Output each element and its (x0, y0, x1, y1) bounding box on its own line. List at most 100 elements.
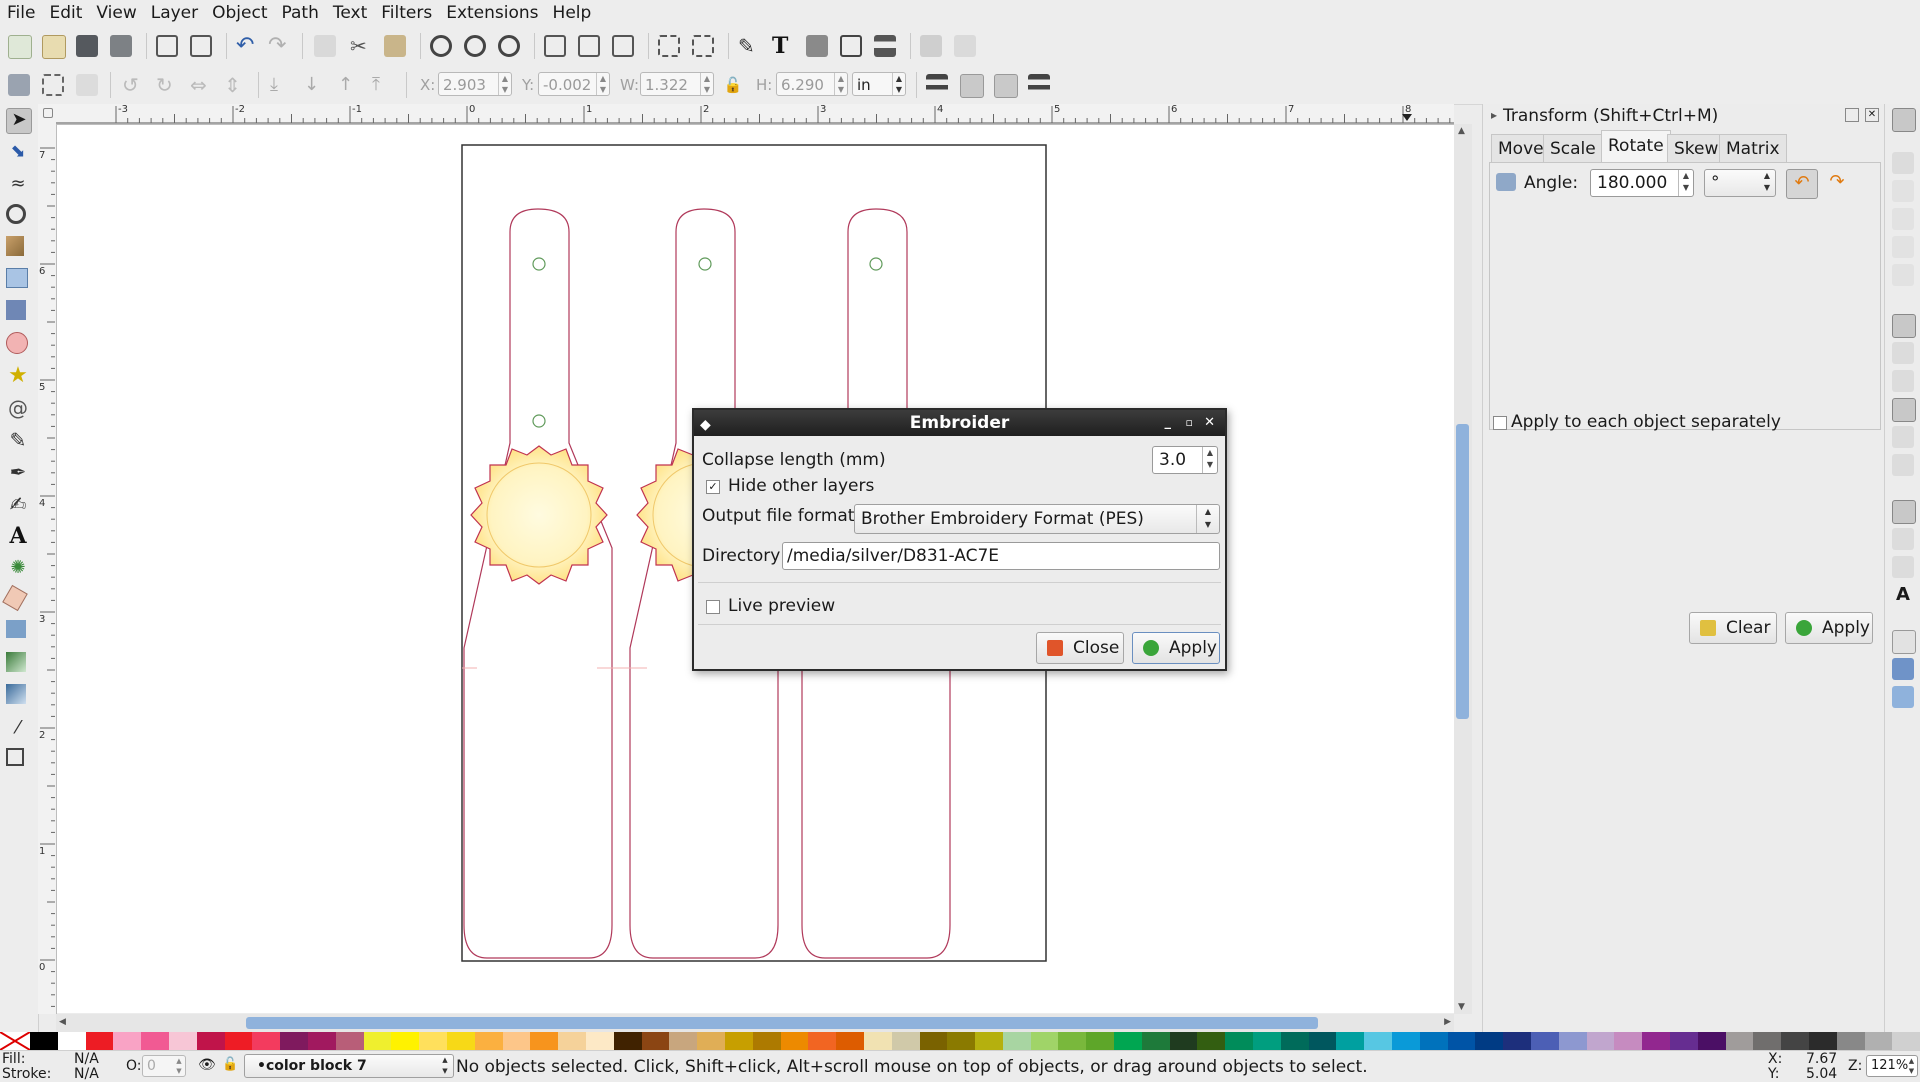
raise-top-icon[interactable]: ⤒ (372, 74, 394, 96)
collapse-length-spinner[interactable]: ▲ ▼ (1202, 447, 1217, 473)
flip-vertical-icon[interactable]: ⇕ (224, 74, 246, 96)
snap-bbox-midpoint-icon[interactable] (1892, 236, 1914, 258)
zoom-drawing-icon[interactable] (464, 35, 486, 57)
group-objects-icon[interactable] (658, 35, 680, 57)
zoom-selection-icon[interactable] (430, 35, 452, 57)
flip-horizontal-icon[interactable]: ⇔ (190, 74, 212, 96)
paint-bucket-tool-icon[interactable] (6, 620, 26, 638)
color-swatch[interactable] (502, 1032, 531, 1050)
rotate-ccw-icon[interactable]: ↺ (122, 74, 144, 96)
menu-path[interactable]: Path (275, 3, 326, 23)
fill-stroke-icon[interactable]: ✎ (738, 35, 760, 57)
zoom-field[interactable]: 121% ▲ ▼ (1866, 1055, 1918, 1077)
minimize-icon[interactable]: _ (1165, 410, 1172, 436)
snap-object-center-icon[interactable] (1892, 528, 1914, 550)
lower-icon[interactable]: ↓ (304, 74, 326, 96)
rectangle-tool-icon[interactable] (6, 268, 28, 288)
panel-grip-icon[interactable]: ▸ (1491, 108, 1497, 122)
color-swatch[interactable] (363, 1032, 392, 1050)
measure-tool-icon[interactable] (6, 236, 24, 256)
color-swatch[interactable] (752, 1032, 781, 1050)
color-swatch[interactable] (808, 1032, 837, 1050)
menu-help[interactable]: Help (546, 3, 599, 23)
color-swatch[interactable] (196, 1032, 225, 1050)
unlink-clone-icon[interactable] (612, 35, 634, 57)
color-swatch[interactable] (1864, 1032, 1893, 1050)
color-swatch[interactable] (1308, 1032, 1337, 1050)
document-properties-icon[interactable] (954, 35, 976, 57)
close-button[interactable]: Close (1036, 632, 1124, 664)
tab-skew[interactable]: Skew (1667, 134, 1726, 163)
color-swatch[interactable] (947, 1032, 976, 1050)
color-swatch[interactable] (1002, 1032, 1031, 1050)
guide-lock-icon[interactable] (43, 108, 53, 118)
color-swatch[interactable] (1531, 1032, 1559, 1050)
zoom-spinner[interactable]: ▲ ▼ (1906, 1056, 1917, 1076)
connector-tool-icon[interactable] (6, 748, 24, 766)
spray-tool-icon[interactable]: ✺ (6, 556, 30, 580)
snap-rotation-center-icon[interactable] (1892, 454, 1914, 476)
selector-tool-icon[interactable]: ➤ (6, 108, 32, 134)
color-swatch[interactable] (1030, 1032, 1059, 1050)
menu-view[interactable]: View (89, 3, 143, 23)
scroll-left-icon[interactable]: ◀ (59, 1017, 66, 1027)
spiral-tool-icon[interactable]: @ (6, 396, 30, 420)
pen-tool-icon[interactable]: ✒ (6, 460, 30, 484)
open-file-icon[interactable] (42, 35, 66, 59)
hide-layers-checkbox[interactable]: ✓ (706, 480, 720, 494)
rotate-cw-icon[interactable]: ↻ (156, 74, 178, 96)
color-swatch[interactable] (863, 1032, 892, 1050)
color-swatch[interactable] (280, 1032, 308, 1050)
color-swatch[interactable] (1892, 1032, 1920, 1050)
tab-matrix[interactable]: Matrix (1719, 134, 1787, 163)
close-panel-icon[interactable]: ✕ (1865, 108, 1879, 122)
h-spinner[interactable]: ▲ ▼ (834, 73, 847, 95)
color-swatch[interactable] (446, 1032, 475, 1050)
color-swatch[interactable] (419, 1032, 447, 1050)
color-swatch[interactable] (1058, 1032, 1087, 1050)
color-swatch[interactable] (252, 1032, 281, 1050)
preferences-icon[interactable] (920, 35, 942, 57)
duplicate-icon[interactable] (314, 35, 336, 57)
scroll-up-icon[interactable]: ▲ (1458, 126, 1465, 136)
color-swatch[interactable] (1809, 1032, 1837, 1050)
tab-rotate[interactable]: Rotate (1601, 130, 1671, 163)
color-swatch[interactable] (1392, 1032, 1420, 1050)
color-swatch[interactable] (558, 1032, 586, 1050)
star-tool-icon[interactable]: ★ (6, 364, 30, 388)
color-swatch[interactable] (1558, 1032, 1587, 1050)
color-swatch[interactable] (1336, 1032, 1365, 1050)
group-icon[interactable] (544, 35, 566, 57)
current-layer-select[interactable]: •color block 7 ▲ ▼ (244, 1054, 454, 1078)
color-swatch[interactable] (30, 1032, 58, 1050)
angle-unit-select[interactable]: ° ▲ ▼ (1704, 169, 1776, 197)
snap-text-baseline-icon[interactable] (1892, 556, 1914, 578)
scale-stroke-icon[interactable] (926, 74, 948, 96)
eraser-tool-icon[interactable] (2, 584, 28, 612)
color-swatch[interactable] (224, 1032, 253, 1050)
color-swatch[interactable] (1447, 1032, 1476, 1050)
color-swatch[interactable] (724, 1032, 753, 1050)
vertical-scrollbar[interactable]: ▲ ▼ (1454, 124, 1472, 1014)
color-swatch[interactable] (1280, 1032, 1309, 1050)
color-swatch[interactable] (613, 1032, 642, 1050)
menu-extensions[interactable]: Extensions (439, 3, 545, 23)
layer-visibility-icon[interactable]: 👁 (198, 1057, 216, 1073)
close-window-icon[interactable]: ✕ (1204, 410, 1215, 436)
angle-spinner[interactable]: ▲ ▼ (1678, 170, 1693, 196)
color-swatch[interactable] (641, 1032, 670, 1050)
menu-file[interactable]: File (0, 3, 42, 23)
snap-enable-icon[interactable] (1892, 108, 1916, 132)
snap-intersection-icon[interactable] (1892, 370, 1914, 392)
color-swatch[interactable] (113, 1032, 142, 1050)
snap-bbox-center-icon[interactable] (1892, 264, 1914, 286)
color-swatch[interactable] (168, 1032, 197, 1050)
gradient-tool-icon[interactable] (6, 652, 26, 672)
color-swatch[interactable] (1614, 1032, 1643, 1050)
cut-icon[interactable]: ✂ (350, 35, 372, 57)
ungroup-icon[interactable] (692, 35, 714, 57)
collapse-length-field[interactable]: 3.0 ▲ ▼ (1152, 446, 1218, 474)
color-swatch[interactable] (141, 1032, 169, 1050)
color-swatch[interactable] (1586, 1032, 1615, 1050)
no-paint-swatch[interactable] (0, 1032, 30, 1050)
